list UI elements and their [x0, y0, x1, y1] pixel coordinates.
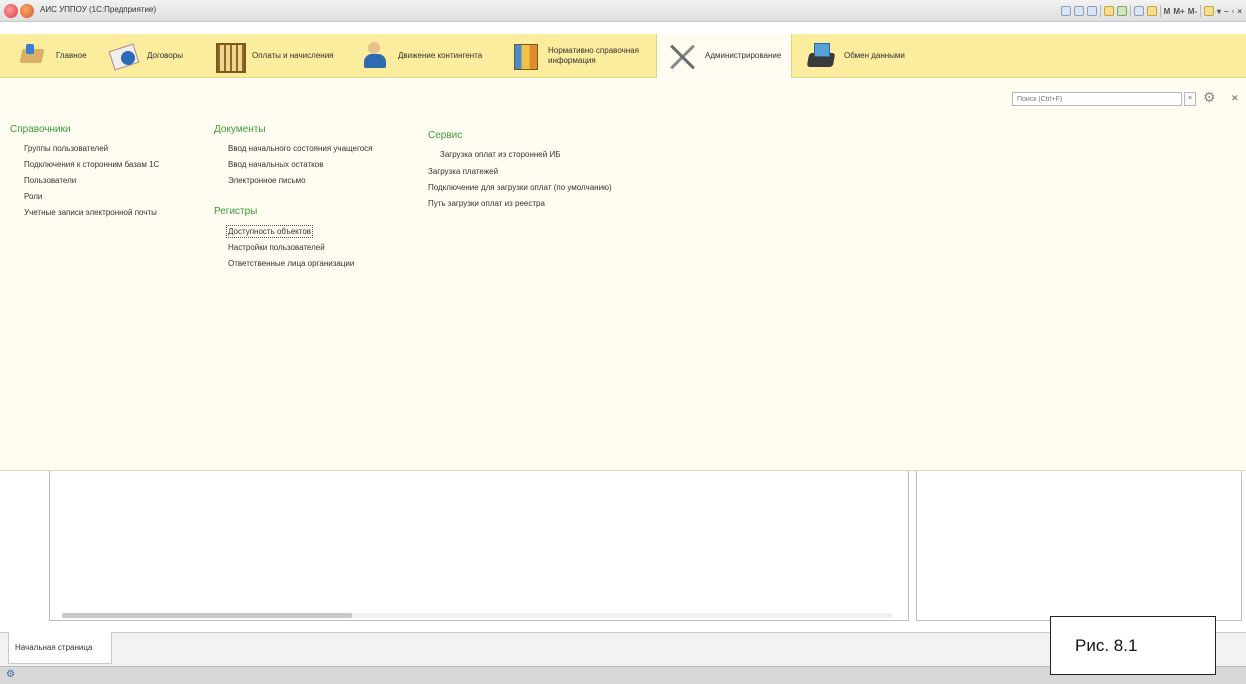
app-menu-icon[interactable]: [4, 4, 18, 18]
section-label: Договоры: [147, 51, 183, 60]
contract-icon: [109, 41, 139, 71]
home-icon: [18, 41, 48, 71]
calendar-icon[interactable]: [1133, 6, 1144, 16]
section-payments[interactable]: Оплаты и начисления: [214, 34, 334, 78]
section-reference-info[interactable]: Нормативно справочная информация: [510, 34, 639, 78]
group-title-documents: Документы: [214, 124, 266, 135]
command-link[interactable]: Группы пользователей: [24, 144, 108, 153]
start-page-left-pane: [49, 471, 909, 621]
section-contingent[interactable]: Движение контингента: [360, 34, 482, 78]
toolbar-divider: [1200, 5, 1202, 17]
memory-plus-button[interactable]: M+: [1173, 7, 1184, 16]
section-contracts[interactable]: Договоры: [109, 34, 183, 78]
preview-icon[interactable]: [1086, 6, 1097, 16]
section-main[interactable]: Главное: [18, 34, 87, 78]
favorites-icon[interactable]: [1103, 6, 1114, 16]
figure-caption: Рис. 8.1: [1050, 616, 1216, 675]
command-link[interactable]: Путь загрузки оплат из реестра: [428, 199, 545, 208]
minimize-icon[interactable]: –: [1224, 7, 1228, 16]
app-window: АИС УППОУ (1С:Предприятие) M M+ M- ▾ – ▫…: [0, 0, 1246, 684]
calculator-icon[interactable]: [1146, 6, 1157, 16]
command-link[interactable]: Роли: [24, 192, 42, 201]
memory-minus-button[interactable]: M-: [1188, 7, 1197, 16]
command-link[interactable]: Электронное письмо: [228, 176, 306, 185]
title-toolbar: M M+ M- ▾ – ▫ ×: [1060, 4, 1242, 18]
group-title-directories: Справочники: [10, 124, 71, 135]
save-icon[interactable]: [1060, 6, 1071, 16]
restore-icon[interactable]: ▫: [1231, 7, 1234, 16]
section-label: Нормативно справочная информация: [548, 46, 639, 65]
command-link[interactable]: Настройки пользователей: [228, 243, 325, 252]
data-exchange-icon: [806, 41, 836, 71]
print-icon[interactable]: [1073, 6, 1084, 16]
close-panel-icon[interactable]: ✕: [1231, 93, 1239, 104]
command-link[interactable]: Учетные записи электронной почты: [24, 208, 157, 217]
payments-icon: [214, 41, 246, 73]
dropdown-icon[interactable]: ▾: [1217, 7, 1221, 16]
group-title-service: Сервис: [428, 130, 463, 141]
section-label: Оплаты и начисления: [252, 51, 334, 60]
tools-icon: [667, 41, 697, 71]
toolbar-divider: [1099, 5, 1101, 17]
section-label: Движение контингента: [398, 51, 483, 60]
section-label: Главное: [56, 51, 87, 60]
window-title: АИС УППОУ (1С:Предприятие): [40, 5, 157, 14]
link-icon[interactable]: [1116, 6, 1127, 16]
tab-start-page[interactable]: Начальная страница: [8, 632, 112, 664]
section-label: Обмен данными: [844, 51, 905, 60]
sections-panel: Главное Договоры Оплаты и начисления Дви…: [0, 34, 1246, 78]
command-link[interactable]: Подключение для загрузки оплат (по умолч…: [428, 183, 612, 192]
connection-icon[interactable]: ⚙: [6, 669, 18, 681]
scrollbar-thumb[interactable]: [62, 613, 352, 618]
title-bar: АИС УППОУ (1С:Предприятие) M M+ M- ▾ – ▫…: [0, 0, 1246, 22]
search-input[interactable]: [1012, 92, 1182, 106]
main-menu-icon[interactable]: [20, 4, 34, 18]
command-link[interactable]: Ввод начальных остатков: [228, 160, 323, 169]
clear-search-icon[interactable]: ×: [1184, 92, 1196, 106]
command-link[interactable]: Доступность объектов: [225, 225, 314, 238]
command-link[interactable]: Ответственные лица организации: [228, 259, 354, 268]
command-link[interactable]: Подключения к сторонним базам 1С: [24, 160, 159, 169]
section-data-exchange[interactable]: Обмен данными: [806, 34, 905, 78]
functions-panel: [0, 79, 1246, 471]
gear-icon[interactable]: ⚙: [1203, 89, 1216, 106]
start-page-right-pane: [916, 471, 1242, 621]
command-link[interactable]: Ввод начального состояния учащегося: [228, 144, 373, 153]
group-title-registers: Регистры: [214, 206, 258, 217]
command-link[interactable]: Пользователи: [24, 176, 76, 185]
contingent-icon: [360, 41, 390, 71]
command-link[interactable]: Загрузка оплат из сторонней ИБ: [440, 150, 560, 159]
section-administration[interactable]: Администрирование: [656, 34, 792, 78]
toolbar-divider: [1129, 5, 1131, 17]
toolbar-divider: [1159, 5, 1161, 17]
section-label: Администрирование: [705, 51, 782, 60]
info-icon[interactable]: [1204, 6, 1215, 16]
memory-button[interactable]: M: [1164, 7, 1171, 16]
close-window-icon[interactable]: ×: [1237, 7, 1242, 16]
command-link[interactable]: Загрузка платежей: [428, 167, 498, 176]
reference-info-icon: [510, 41, 540, 71]
